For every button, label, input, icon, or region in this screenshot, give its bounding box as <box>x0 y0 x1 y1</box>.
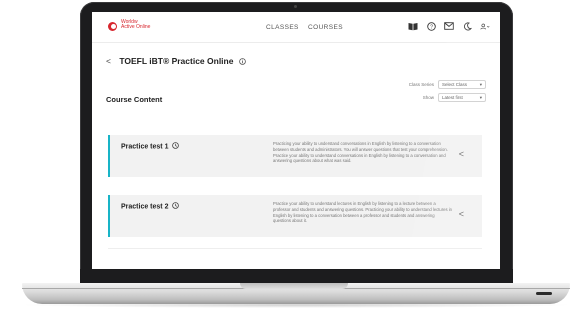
header-icons: ? <box>408 21 490 31</box>
show-select[interactable]: Latest first ▾ <box>438 93 486 102</box>
user-icon[interactable] <box>480 21 490 31</box>
laptop-indicator <box>536 292 552 295</box>
brand-name[interactable]: Worldw Active Online <box>121 20 150 30</box>
show-filter-label: Show <box>422 95 434 100</box>
dark-mode-icon[interactable] <box>462 21 472 31</box>
page-title: TOEFL iBT® Practice Online <box>119 56 234 66</box>
svg-text:?: ? <box>430 24 433 30</box>
clock-icon <box>172 142 180 151</box>
show-filter: Show Latest first ▾ <box>346 93 486 102</box>
info-icon[interactable] <box>239 57 246 67</box>
course-card-description: Practicing your ability to understand co… <box>273 141 448 164</box>
course-card-title-text: Practice test 2 <box>121 203 169 211</box>
page-title-bar: < TOEFL iBT® Practice Online <box>106 56 246 67</box>
laptop-chin <box>80 269 513 284</box>
course-card-2[interactable]: Practice test 2 Practice your ability to… <box>108 195 482 237</box>
nav-courses[interactable]: COURSES <box>308 24 343 31</box>
course-card-title-text: Practice test 1 <box>121 143 169 151</box>
brand-logo-icon[interactable] <box>108 22 117 31</box>
help-icon[interactable]: ? <box>426 21 436 31</box>
divider <box>108 248 482 249</box>
chevron-down-icon: ▾ <box>479 94 482 100</box>
app-header: Worldw Active Online CLASSES COURSES ? <box>92 12 500 43</box>
class-select[interactable]: Select Class ▾ <box>438 80 486 89</box>
camera-icon <box>294 5 297 8</box>
book-icon[interactable] <box>408 21 418 31</box>
clock-icon <box>172 202 180 211</box>
show-select-value: Latest first <box>442 95 463 100</box>
main-nav: CLASSES COURSES <box>266 24 350 31</box>
mail-icon[interactable] <box>444 21 454 31</box>
class-select-value: Select Class <box>442 82 468 87</box>
course-card-title: Practice test 2 <box>121 202 180 211</box>
chevron-left-icon[interactable]: < <box>459 209 464 219</box>
brand-name-line2: Active Online <box>121 24 151 30</box>
course-card-description: Practice your ability to understand lect… <box>273 201 453 224</box>
filters: Class Series Select Class ▾ Show Latest … <box>346 80 486 106</box>
course-card-1[interactable]: Practice test 1 Practicing your ability … <box>108 135 482 177</box>
back-button[interactable]: < <box>106 56 111 66</box>
section-title: Course Content <box>106 95 163 104</box>
laptop-notch <box>240 283 348 289</box>
nav-classes[interactable]: CLASSES <box>266 24 299 31</box>
class-filter-label: Class Series <box>408 82 434 87</box>
chevron-down-icon: ▾ <box>479 81 482 87</box>
class-filter: Class Series Select Class ▾ <box>346 80 486 89</box>
laptop-screen: Worldw Active Online CLASSES COURSES ? <… <box>92 12 500 269</box>
chevron-left-icon[interactable]: < <box>459 149 464 159</box>
course-card-title: Practice test 1 <box>121 142 180 151</box>
